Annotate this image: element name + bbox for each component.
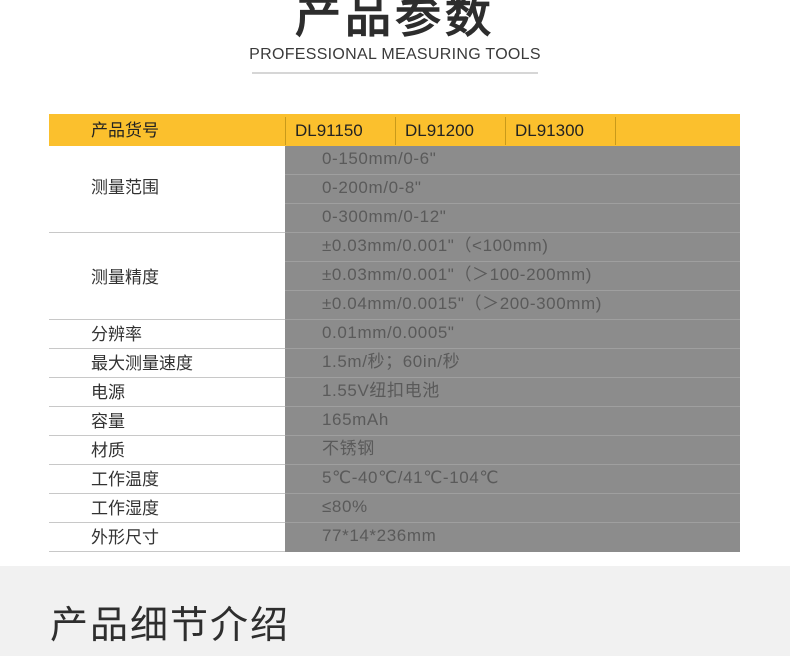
row-label-material: 材质 <box>91 441 125 460</box>
row-divider <box>49 348 285 349</box>
value-row-divider <box>285 493 740 494</box>
value-operating-humidity: ≤80% <box>322 497 368 516</box>
value-row-divider <box>285 290 740 291</box>
value-row-divider <box>285 232 740 233</box>
value-row-divider <box>285 464 740 465</box>
page-subtitle: PROFESSIONAL MEASURING TOOLS <box>249 46 541 63</box>
row-divider <box>49 522 285 523</box>
value-row-divider <box>285 319 740 320</box>
value-range-150: 0-150mm/0-6" <box>322 149 437 168</box>
value-material: 不锈钢 <box>322 439 375 458</box>
row-divider <box>49 319 285 320</box>
value-accuracy-200: ±0.03mm/0.001"（＞100-200mm) <box>322 265 593 284</box>
value-row-divider <box>285 435 740 436</box>
row-label-operating-temp: 工作温度 <box>91 470 159 489</box>
value-row-divider <box>285 377 740 378</box>
header-cell-product-code: 产品货号 <box>91 121 159 140</box>
value-row-divider <box>285 522 740 523</box>
table-header-row: 产品货号 DL91150 DL91200 DL91300 <box>49 114 740 146</box>
value-range-200: 0-200m/0-8" <box>322 178 422 197</box>
value-row-divider <box>285 203 740 204</box>
row-divider <box>49 493 285 494</box>
row-label-measure-range: 测量范围 <box>91 178 159 197</box>
header-divider <box>615 117 616 145</box>
row-divider <box>49 551 285 552</box>
row-label-max-speed: 最大测量速度 <box>91 354 193 373</box>
value-row-divider <box>285 406 740 407</box>
value-power: 1.55V纽扣电池 <box>322 381 440 400</box>
spec-table: 产品货号 DL91150 DL91200 DL91300 测量范围 测量精度 分… <box>49 114 740 552</box>
row-divider <box>49 406 285 407</box>
row-label-capacity: 容量 <box>91 412 125 431</box>
row-label-power: 电源 <box>91 383 125 402</box>
row-label-operating-humidity: 工作湿度 <box>91 499 159 518</box>
value-capacity: 165mAh <box>322 410 389 429</box>
header-divider <box>505 117 506 145</box>
row-label-resolution: 分辨率 <box>91 325 142 344</box>
section-title: 产品细节介绍 <box>50 605 291 647</box>
header-divider <box>285 117 286 145</box>
row-label-accuracy: 测量精度 <box>91 268 159 287</box>
value-accuracy-100: ±0.03mm/0.001"（<100mm) <box>322 236 549 255</box>
title-divider <box>252 72 538 74</box>
value-range-300: 0-300mm/0-12" <box>322 207 447 226</box>
header-cell-model-2: DL91200 <box>405 121 475 140</box>
header-divider <box>395 117 396 145</box>
value-max-speed: 1.5m/秒；60in/秒 <box>322 352 461 371</box>
value-dimensions: 77*14*236mm <box>322 526 437 545</box>
value-row-divider <box>285 261 740 262</box>
header-cell-model-1: DL91150 <box>295 121 363 140</box>
row-divider <box>49 464 285 465</box>
row-label-dimensions: 外形尺寸 <box>91 528 159 547</box>
value-operating-temp: 5℃-40℃/41℃-104℃ <box>322 468 500 487</box>
value-row-divider <box>285 174 740 175</box>
header-cell-model-3: DL91300 <box>515 121 585 140</box>
row-divider <box>49 435 285 436</box>
row-divider <box>49 377 285 378</box>
label-column <box>49 146 285 552</box>
page-title: 产品参数 <box>295 0 495 42</box>
row-divider <box>49 232 285 233</box>
value-resolution: 0.01mm/0.0005" <box>322 323 455 342</box>
value-accuracy-300: ±0.04mm/0.0015"（＞200-300mm) <box>322 294 603 313</box>
value-row-divider <box>285 348 740 349</box>
